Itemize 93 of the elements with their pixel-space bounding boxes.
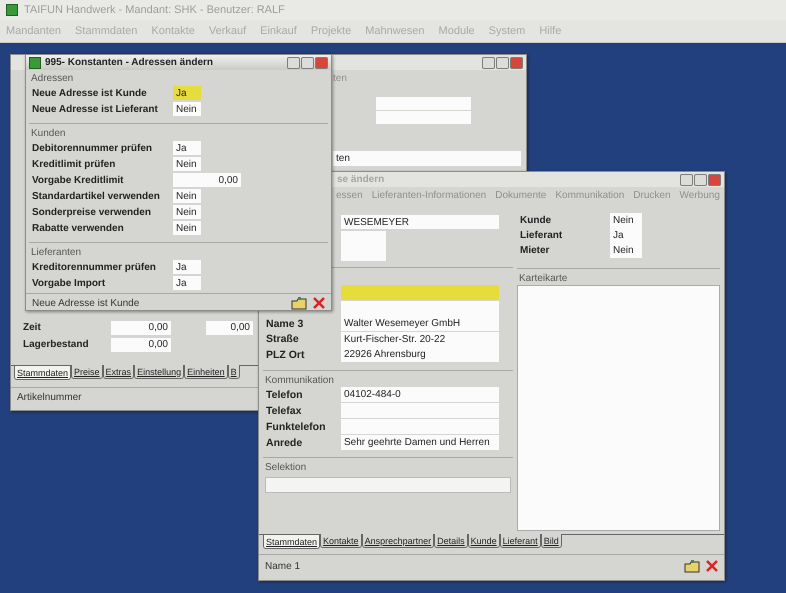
group-title: Adressen	[30, 72, 74, 85]
field-label: Rabatte verwenden	[31, 222, 125, 234]
field-label: Neue Adresse ist Lieferant	[31, 104, 159, 114]
minimize-button[interactable]	[287, 56, 300, 68]
maximize-button[interactable]	[694, 174, 707, 186]
field-label: Zeit	[22, 322, 42, 333]
input-field[interactable]: Ja	[173, 260, 201, 274]
tab[interactable]: Einstellung	[134, 365, 184, 379]
input-field[interactable]: Nein	[173, 102, 201, 116]
input-field[interactable]	[341, 419, 499, 434]
tab[interactable]: Preise	[71, 365, 103, 379]
input-field[interactable]: 04102-484-0	[341, 387, 499, 402]
tab[interactable]: Stammdaten	[263, 535, 320, 549]
close-button[interactable]	[510, 56, 523, 68]
field-label: Standardartikel verwenden	[31, 190, 161, 202]
maximize-button[interactable]	[301, 56, 314, 68]
field-label: Telefax	[265, 404, 302, 416]
field-label: Funktelefon	[265, 420, 326, 432]
tab[interactable]: Bild	[540, 534, 562, 548]
field-label: Kreditorennummer prüfen	[31, 262, 157, 272]
field-label: Lagerbestand	[22, 339, 90, 350]
input-field[interactable]	[376, 111, 471, 124]
maximize-button[interactable]	[496, 56, 509, 68]
tab[interactable]: Extras	[102, 365, 134, 379]
group-title: Selektion	[264, 460, 308, 474]
field-label: Kunde	[519, 215, 552, 226]
input-field[interactable]: Ja	[173, 276, 201, 290]
input-field[interactable]: Kurt-Fischer-Str. 20-22	[341, 332, 499, 347]
app-title: TAIFUN Handwerk - Mandant: SHK - Benutzer: RALF	[24, 4, 285, 16]
tab[interactable]: Kontakte	[320, 534, 362, 548]
field-label: Debitorennummer prüfen	[31, 142, 154, 154]
field-label: Vorgabe Kreditlimit	[31, 174, 124, 186]
field-label: Vorgabe Import	[31, 278, 106, 288]
input-field[interactable]: Nein	[173, 189, 201, 203]
field-label: Sonderpreise verwenden	[31, 206, 152, 218]
field-label: Name 3	[265, 318, 304, 330]
input-field[interactable]: Nein	[610, 243, 642, 258]
status-text: Artikelnummer	[17, 392, 82, 402]
group-title: Karteikarte	[518, 272, 568, 285]
input-field[interactable]: Walter Wesemeyer GmbH	[341, 316, 499, 332]
minimize-button[interactable]	[482, 56, 495, 68]
tab[interactable]: Lieferant	[500, 534, 541, 548]
field-label: Straße	[265, 333, 300, 346]
input-field[interactable]: Sehr geehrte Damen und Herren	[341, 435, 499, 450]
selection-bar[interactable]	[265, 476, 511, 492]
group-title: Kunden	[30, 127, 66, 140]
tab[interactable]: Stammdaten	[14, 366, 72, 380]
close-button[interactable]	[708, 174, 721, 186]
tab[interactable]: Ansprechpartner	[362, 534, 434, 548]
input-field[interactable]: Nein	[173, 157, 201, 171]
input-field[interactable]	[341, 231, 386, 261]
app-icon	[6, 4, 18, 16]
field-label: Anrede	[265, 436, 304, 448]
folder-icon[interactable]	[291, 296, 307, 310]
field-label: Neue Adresse ist Kunde	[31, 88, 148, 98]
minimize-button[interactable]	[680, 174, 693, 186]
app-icon	[29, 56, 41, 68]
input-field[interactable]: 0,00	[111, 338, 171, 352]
input-field[interactable]	[341, 403, 499, 418]
input-field[interactable]: Nein	[173, 205, 201, 219]
input-field[interactable]: WESEMEYER	[341, 215, 499, 229]
status-text: Name 1	[265, 560, 300, 572]
input-field[interactable]	[341, 285, 499, 300]
input-field[interactable]: Ja	[610, 228, 642, 243]
input-field[interactable]: Ja	[173, 86, 201, 100]
input-field[interactable]: Nein	[610, 213, 642, 228]
tab[interactable]: Details	[434, 534, 468, 548]
input-field[interactable]: Nein	[173, 221, 201, 235]
window-title: 995- Konstanten - Adressen ändern	[45, 57, 214, 68]
tab[interactable]: Kunde	[468, 534, 500, 548]
tab[interactable]: B	[228, 365, 240, 379]
cancel-icon[interactable]	[706, 560, 718, 572]
field-label: PLZ Ort	[265, 348, 306, 361]
input-field[interactable]	[341, 300, 499, 316]
input-field[interactable]: ten	[333, 151, 521, 166]
field-label: Telefon	[265, 388, 304, 400]
field-label: Lieferant	[519, 230, 564, 241]
input-field[interactable]: 0,00	[206, 320, 253, 334]
input-field[interactable]: 22926 Ahrensburg	[341, 347, 499, 362]
field-label: Mieter	[519, 245, 550, 256]
input-field[interactable]: 0,00	[111, 320, 171, 334]
cancel-icon[interactable]	[313, 297, 325, 309]
close-button[interactable]	[315, 56, 328, 68]
folder-icon[interactable]	[684, 559, 700, 573]
input-field[interactable]: 0,00	[173, 173, 241, 187]
field-label: Kreditlimit prüfen	[31, 158, 116, 170]
input-field[interactable]	[376, 97, 471, 110]
window-title: se ändern	[337, 174, 386, 185]
input-field[interactable]: Ja	[173, 141, 201, 155]
tab[interactable]: Einheiten	[184, 365, 228, 379]
group-title: Kommunikation	[264, 374, 335, 386]
status-text: Neue Adresse ist Kunde	[32, 298, 140, 308]
group-title: Lieferanten	[30, 246, 82, 259]
